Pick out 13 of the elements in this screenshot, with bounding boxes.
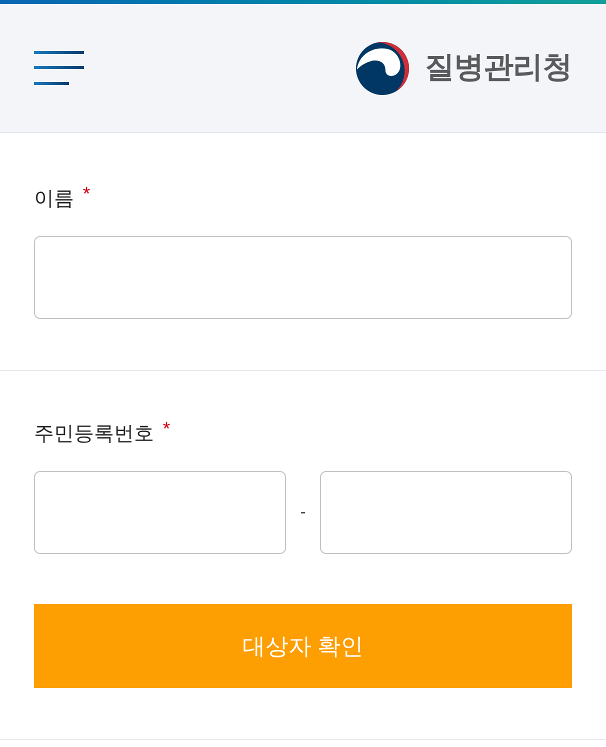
logo-icon [354, 40, 410, 96]
field-label: 이름 [34, 187, 74, 212]
menu-button[interactable] [34, 51, 84, 85]
submit-button[interactable]: 대상자 확인 [34, 604, 572, 688]
field-label: 주민등록번호 [34, 422, 154, 447]
required-mark: * [82, 185, 90, 205]
required-mark: * [162, 420, 170, 440]
dash-separator: - [299, 502, 307, 522]
logo-text: 질병관리청 [424, 50, 572, 86]
input-field[interactable] [320, 471, 572, 554]
menu-icon [34, 51, 84, 85]
input-field[interactable] [34, 471, 286, 554]
input-field[interactable] [34, 236, 572, 319]
